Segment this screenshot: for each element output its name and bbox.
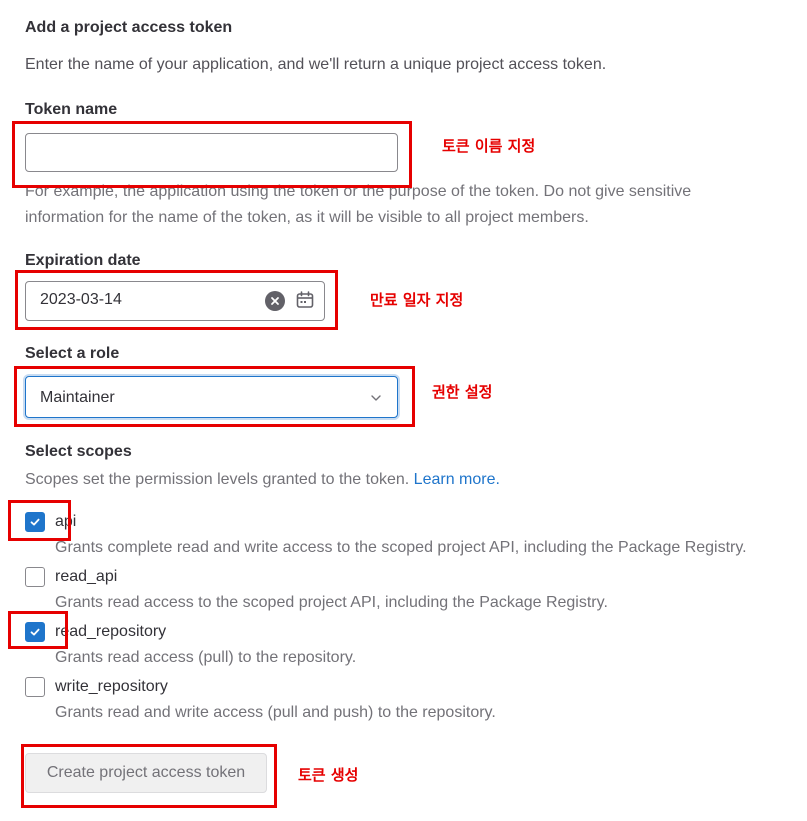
scopes-label: Select scopes	[25, 443, 132, 460]
scope-name-read-repository: read_repository	[55, 623, 167, 640]
scopes-description: Scopes set the permission levels granted…	[25, 467, 500, 493]
annotation-token-name: 토큰 이름 지정	[442, 137, 536, 155]
token-name-label: Token name	[25, 101, 118, 118]
scope-description-write-repository: Grants read and write access (pull and p…	[55, 704, 496, 721]
expiration-date-label: Expiration date	[25, 252, 141, 269]
form-title: Add a project access token	[25, 19, 233, 36]
scope-description-read-api: Grants read access to the scoped project…	[55, 594, 608, 611]
annotation-role: 권한 설정	[432, 383, 493, 401]
annotation-box-expiration	[15, 270, 338, 330]
token-name-help-line2: information for the name of the token, a…	[25, 209, 589, 226]
annotation-create: 토큰 생성	[298, 766, 359, 784]
role-label: Select a role	[25, 345, 120, 362]
annotation-box-token-name	[12, 121, 412, 188]
scope-name-write-repository: write_repository	[55, 678, 168, 695]
form-description: Enter the name of your application, and …	[25, 56, 607, 73]
annotation-box-create	[21, 744, 277, 808]
scope-description-api: Grants complete read and write access to…	[55, 539, 747, 556]
annotation-box-role	[14, 366, 415, 427]
annotation-box-read-repository	[8, 611, 68, 649]
learn-more-link[interactable]: Learn more.	[414, 471, 500, 488]
checkbox-read-api[interactable]	[25, 567, 45, 587]
scope-name-read-api: read_api	[55, 568, 118, 585]
checkbox-write-repository[interactable]	[25, 677, 45, 697]
scopes-description-text: Scopes set the permission levels granted…	[25, 471, 410, 488]
scope-description-read-repository: Grants read access (pull) to the reposit…	[55, 649, 357, 666]
annotation-expiration: 만료 일자 지정	[370, 291, 464, 309]
annotation-box-api	[8, 500, 71, 541]
